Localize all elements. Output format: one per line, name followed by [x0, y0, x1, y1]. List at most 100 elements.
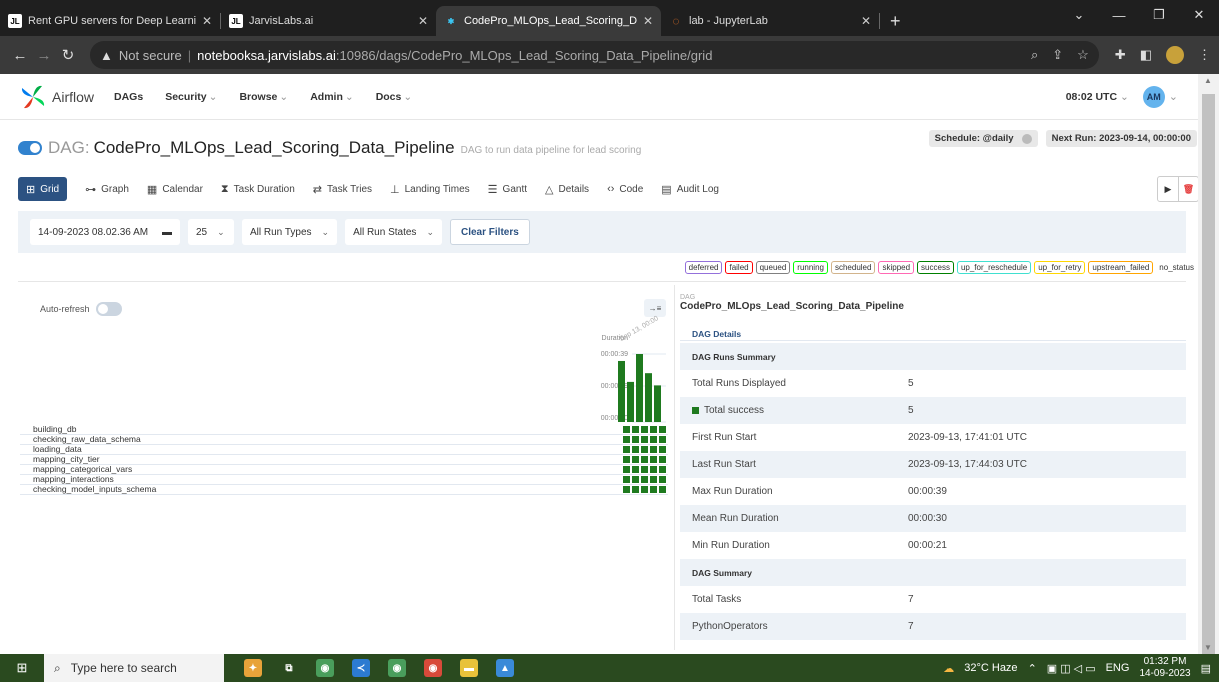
scroll-up-icon[interactable]: ▲ [1204, 76, 1212, 85]
file-explorer-icon[interactable]: ▬ [460, 659, 478, 677]
duration-bar[interactable] [627, 381, 634, 422]
details-breadcrumb: DAG CodePro_MLOps_Lead_Scoring_Data_Pipe… [680, 294, 904, 312]
task-instance-success-cell[interactable] [632, 456, 639, 463]
task-instance-success-cell[interactable] [659, 456, 666, 463]
details-table: DAG Runs Summary Total Runs Displayed 5 Tot… [680, 343, 1186, 640]
scrollbar-thumb[interactable] [1202, 94, 1215, 666]
details-row: Total success 5 [680, 397, 1186, 424]
task-instance-success-cell[interactable] [632, 466, 639, 473]
task-instance-success-cell[interactable] [623, 446, 630, 453]
details-key: Last Run Start [680, 459, 908, 470]
task-instance-success-cell[interactable] [623, 426, 630, 433]
windows-start-icon[interactable]: ⊞ [0, 654, 44, 682]
chrome-profile-icon[interactable]: ◉ [388, 659, 406, 677]
task-row[interactable]: checking_raw_data_schema [20, 435, 668, 445]
chrome-icon[interactable]: ◉ [316, 659, 334, 677]
windows-taskbar: ⊞ ⌕ Type here to search ✦ ⧉ ◉ ≺ ◉ ◉ ▬ ▲ ☁… [0, 654, 1219, 682]
task-instance-success-cell[interactable] [650, 436, 657, 443]
vscode-icon[interactable]: ≺ [352, 659, 370, 677]
taskbar-decoration-icon: ✦ [244, 659, 262, 677]
task-instance-success-cell[interactable] [659, 466, 666, 473]
task-instance-success-cell[interactable] [641, 466, 648, 473]
task-row[interactable]: loading_data [20, 445, 668, 455]
task-instance-success-cell[interactable] [641, 436, 648, 443]
task-instance-success-cell[interactable] [632, 476, 639, 483]
details-key: Min Run Duration [680, 540, 908, 551]
tray-overflow-icon[interactable]: ⌃ [1028, 662, 1037, 675]
duration-bar[interactable] [645, 373, 652, 422]
tab-dag-details[interactable]: DAG Details [692, 329, 741, 339]
details-value: 00:00:30 [908, 513, 947, 524]
task-instance-success-cell[interactable] [659, 446, 666, 453]
task-instance-success-cell[interactable] [632, 426, 639, 433]
task-instance-success-cell[interactable] [659, 476, 666, 483]
success-square-icon [692, 407, 699, 414]
details-key-text: Total Tasks [692, 594, 742, 605]
language-indicator[interactable]: ENG [1106, 662, 1130, 674]
duration-bar[interactable] [636, 354, 643, 422]
task-instance-success-cell[interactable] [623, 456, 630, 463]
details-value: 5 [908, 378, 914, 389]
task-instance-cells [623, 476, 666, 483]
task-instance-cells [623, 436, 666, 443]
task-view-icon[interactable]: ⧉ [280, 659, 298, 677]
task-instance-success-cell[interactable] [623, 476, 630, 483]
task-instance-cells [623, 456, 666, 463]
task-instance-success-cell[interactable] [650, 476, 657, 483]
taskbar-search-input[interactable]: ⌕ Type here to search [44, 654, 224, 682]
clock-date: 14-09-2023 [1139, 668, 1191, 679]
task-instance-success-cell[interactable] [641, 476, 648, 483]
task-name: mapping_categorical_vars [33, 464, 133, 474]
tray-icons[interactable]: ▣ ◫ ◁ ▭ [1047, 662, 1096, 675]
duration-bar[interactable] [618, 360, 625, 422]
task-instance-success-cell[interactable] [659, 486, 666, 493]
page-scrollbar[interactable]: ▲ ▼ [1198, 74, 1219, 666]
taskbar-clock[interactable]: 01:32 PM 14-09-2023 [1139, 656, 1190, 680]
task-instance-success-cell[interactable] [641, 456, 648, 463]
task-instance-success-cell[interactable] [632, 436, 639, 443]
details-key-text: First Run Start [692, 432, 757, 443]
task-instance-success-cell[interactable] [650, 486, 657, 493]
search-icon: ⌕ [54, 660, 61, 675]
details-key: Total Tasks [680, 594, 908, 605]
chrome-alt-icon[interactable]: ◉ [424, 659, 442, 677]
task-instance-success-cell[interactable] [650, 466, 657, 473]
task-name: checking_model_inputs_schema [33, 484, 157, 494]
task-instance-success-cell[interactable] [641, 486, 648, 493]
details-row: Mean Run Duration 00:00:30 [680, 505, 1186, 532]
breadcrumb-dag-id[interactable]: CodePro_MLOps_Lead_Scoring_Data_Pipeline [680, 301, 904, 312]
task-name: mapping_interactions [33, 474, 114, 484]
scroll-down-icon[interactable]: ▼ [1204, 643, 1212, 652]
task-instance-success-cell[interactable] [650, 426, 657, 433]
task-instance-success-cell[interactable] [632, 486, 639, 493]
details-key-text: PythonOperators [692, 621, 768, 632]
task-row[interactable]: checking_model_inputs_schema [20, 485, 668, 495]
task-instance-success-cell[interactable] [650, 456, 657, 463]
duration-bar[interactable] [654, 385, 661, 422]
task-row[interactable]: mapping_categorical_vars [20, 465, 668, 475]
task-instance-success-cell[interactable] [659, 426, 666, 433]
task-instance-success-cell[interactable] [623, 486, 630, 493]
task-instance-success-cell[interactable] [659, 436, 666, 443]
task-instance-success-cell[interactable] [632, 446, 639, 453]
details-key-text: Total success [704, 405, 765, 416]
notifications-icon[interactable]: ▤ [1201, 662, 1211, 675]
details-section-header: DAG Runs Summary [680, 343, 1186, 370]
details-key-text: Min Run Duration [692, 540, 770, 551]
task-instance-success-cell[interactable] [641, 426, 648, 433]
task-instance-success-cell[interactable] [650, 446, 657, 453]
details-value: 2023-09-13, 17:44:03 UTC [908, 459, 1027, 470]
system-tray: ☁ 32°C Haze ⌃ ▣ ◫ ◁ ▭ ENG 01:32 PM 14-09… [943, 656, 1219, 680]
weather-text[interactable]: 32°C Haze [964, 662, 1017, 674]
task-instance-success-cell[interactable] [623, 466, 630, 473]
details-row: Max Run Duration 00:00:39 [680, 478, 1186, 505]
details-row: Total Runs Displayed 5 [680, 370, 1186, 397]
task-instance-success-cell[interactable] [641, 446, 648, 453]
details-key: PythonOperators [680, 621, 908, 632]
details-key: Total success [680, 405, 908, 416]
details-key-text: Max Run Duration [692, 486, 773, 497]
details-row: Total Tasks 7 [680, 586, 1186, 613]
details-row: Min Run Duration 00:00:21 [680, 532, 1186, 559]
photos-icon[interactable]: ▲ [496, 659, 514, 677]
task-instance-success-cell[interactable] [623, 436, 630, 443]
